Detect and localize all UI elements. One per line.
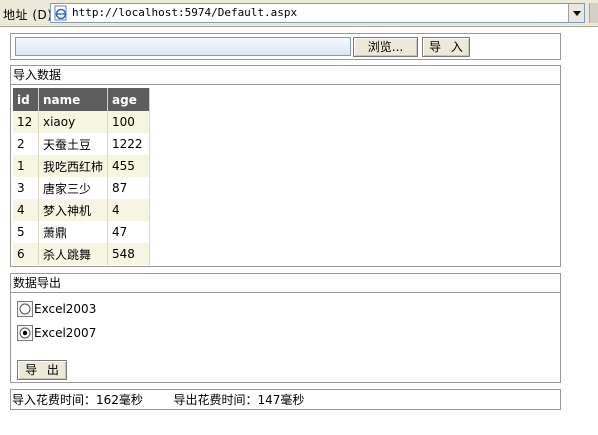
upload-panel: 浏览... 导 入 bbox=[10, 33, 561, 60]
cell-name: 萧鼎 bbox=[38, 221, 109, 243]
cell-id: 2 bbox=[13, 133, 39, 155]
import-time-label: 导入花费时间： bbox=[12, 393, 97, 407]
file-path-input[interactable] bbox=[15, 37, 351, 56]
radio-button-excel2003[interactable] bbox=[17, 301, 33, 317]
import-button[interactable]: 导 入 bbox=[422, 37, 470, 57]
cell-id: 5 bbox=[13, 221, 39, 243]
address-field[interactable]: http://localhost:5974/Default.aspx bbox=[50, 3, 585, 23]
cell-name: 天蚕土豆 bbox=[38, 133, 109, 155]
address-label: 地址 (D) bbox=[3, 8, 53, 22]
browse-button[interactable]: 浏览... bbox=[353, 37, 418, 57]
cell-age: 87 bbox=[107, 177, 151, 199]
timing-line: 导入花费时间：162毫秒 导出花费时间：147毫秒 bbox=[12, 393, 304, 407]
radio-button-excel2007[interactable] bbox=[17, 325, 33, 341]
ie-page-icon bbox=[53, 5, 69, 21]
import-time-value: 162毫秒 bbox=[96, 393, 143, 407]
data-table: id name age 12 xiaoy 100 2 天蚕土豆 1222 1 我… bbox=[13, 88, 151, 265]
column-header-name: name bbox=[38, 88, 109, 111]
timing-panel: 导入花费时间：162毫秒 导出花费时间：147毫秒 bbox=[10, 389, 561, 410]
cell-name: 梦入神机 bbox=[38, 199, 109, 221]
cell-age: 1222 bbox=[107, 133, 151, 155]
cell-name: 唐家三少 bbox=[38, 177, 109, 199]
cell-name: 杀人跳舞 bbox=[38, 243, 109, 265]
radio-label-excel2003: Excel2003 bbox=[34, 302, 97, 316]
radio-unchecked-icon bbox=[19, 303, 31, 315]
cell-age: 4 bbox=[107, 199, 151, 221]
cell-id: 12 bbox=[13, 111, 39, 133]
export-time-value: 147毫秒 bbox=[257, 393, 305, 407]
import-panel: 导入数据 id name age 12 xiaoy 100 2 天蚕土豆 122… bbox=[10, 65, 561, 267]
column-header-age: age bbox=[107, 88, 151, 111]
radio-checked-icon bbox=[19, 327, 31, 339]
cell-age: 548 bbox=[107, 243, 151, 265]
toolbar-edge bbox=[589, 3, 598, 23]
cell-name: 我吃西红柿 bbox=[38, 155, 109, 177]
table-row: 12 xiaoy 100 bbox=[13, 111, 151, 133]
cell-age: 47 bbox=[107, 221, 151, 243]
export-time-label: 导出花费时间： bbox=[173, 393, 258, 407]
column-header-id: id bbox=[13, 88, 39, 111]
table-row: 4 梦入神机 4 bbox=[13, 199, 151, 221]
table-row: 5 萧鼎 47 bbox=[13, 221, 151, 243]
export-panel-title: 数据导出 bbox=[11, 274, 560, 293]
cell-id: 6 bbox=[13, 243, 39, 265]
table-header-row: id name age bbox=[13, 88, 151, 111]
cell-id: 4 bbox=[13, 199, 39, 221]
address-url[interactable]: http://localhost:5974/Default.aspx bbox=[72, 6, 297, 20]
import-panel-title: 导入数据 bbox=[11, 66, 560, 85]
table-row: 1 我吃西红柿 455 bbox=[13, 155, 151, 177]
cell-name: xiaoy bbox=[38, 111, 109, 133]
table-row: 2 天蚕土豆 1222 bbox=[13, 133, 151, 155]
address-dropdown-button[interactable] bbox=[568, 4, 584, 22]
cell-age: 455 bbox=[107, 155, 151, 177]
export-button[interactable]: 导 出 bbox=[17, 360, 67, 380]
export-panel: 数据导出 Excel2003 Excel2007 导 出 bbox=[10, 273, 561, 383]
radio-label-excel2007: Excel2007 bbox=[34, 326, 97, 340]
cell-age: 100 bbox=[107, 111, 151, 133]
radio-option-excel2003[interactable]: Excel2003 bbox=[17, 301, 96, 317]
radio-option-excel2007[interactable]: Excel2007 bbox=[17, 325, 96, 341]
cell-id: 3 bbox=[13, 177, 39, 199]
timing-spacer bbox=[143, 393, 174, 407]
chevron-down-icon bbox=[572, 10, 581, 16]
cell-id: 1 bbox=[13, 155, 39, 177]
address-bar: 地址 (D) http://localhost:5974/Default.asp… bbox=[0, 0, 598, 27]
table-row: 3 唐家三少 87 bbox=[13, 177, 151, 199]
table-row: 6 杀人跳舞 548 bbox=[13, 243, 151, 265]
